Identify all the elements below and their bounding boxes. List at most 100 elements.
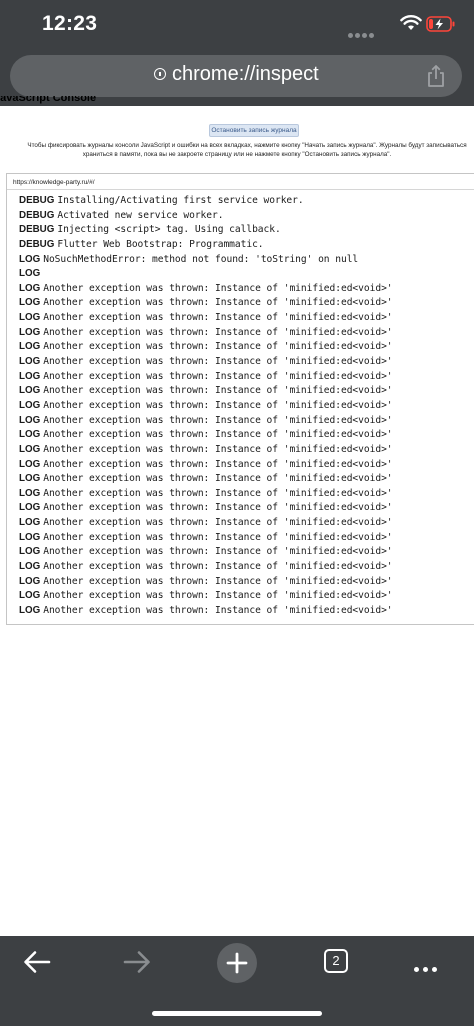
log-message: Another exception was thrown: Instance o… [43,590,393,602]
console-log-row: LOG Another exception was thrown: Instanc… [19,326,393,341]
console-log-row: LOG Another exception was thrown: Instanc… [19,384,393,399]
log-message: Injecting <script> tag. Using callback. [57,224,281,236]
address-bar-url[interactable]: chrome://inspect [172,63,319,86]
log-message: Another exception was thrown: Instance o… [43,429,393,441]
console-log-row: LOG Another exception was thrown: Instanc… [19,575,393,590]
back-arrow-icon[interactable] [22,949,52,975]
console-log-row: LOG [19,267,393,282]
battery-icon [426,16,455,32]
console-log-row: LOG Another exception was thrown: Instanc… [19,604,393,619]
description-line-1: Чтобы фиксировать журналы консоли JavaSc… [27,142,467,149]
log-message: Another exception was thrown: Instance o… [43,370,393,382]
console-log-row: LOG Another exception was thrown: Instanc… [19,282,393,297]
console-log-row: LOG Another exception was thrown: Instanc… [19,516,393,531]
console-log-row: DEBUG Flutter Web Bootstrap: Programmatic… [19,238,393,253]
log-level-label: LOG [19,458,41,470]
console-log-row: LOG Another exception was thrown: Instanc… [19,560,393,575]
console-log-row: LOG Another exception was thrown: Instanc… [19,545,393,560]
console-log-row: DEBUG Installing/Activating first service… [19,194,393,209]
log-level-label: LOG [19,590,41,602]
log-level-label: LOG [19,546,41,558]
log-message: Another exception was thrown: Instance o… [43,341,393,353]
log-message: Another exception was thrown: Instance o… [43,297,393,309]
log-level-label: LOG [19,399,41,411]
console-log-row: LOG Another exception was thrown: Instanc… [19,589,393,604]
console-log-row: LOG Another exception was thrown: Instanc… [19,531,393,546]
log-level-label: LOG [19,561,41,573]
log-message: Another exception was thrown: Instance o… [43,502,393,514]
browser-top-bar: 12:23 chrome://inspect [0,0,474,106]
log-level-label: LOG [19,429,41,441]
share-icon[interactable] [426,64,446,88]
console-log-list: DEBUG Installing/Activating first service… [19,194,393,619]
wifi-icon [400,15,422,30]
log-message: Another exception was thrown: Instance o… [43,414,393,426]
log-message: Another exception was thrown: Instance o… [43,561,393,573]
plus-icon [226,952,248,974]
console-log-row: LOG Another exception was thrown: Instanc… [19,399,393,414]
console-log-row: LOG Another exception was thrown: Instanc… [19,472,393,487]
log-message: Flutter Web Bootstrap: Programmatic. [57,238,264,250]
console-log-row: LOG Another exception was thrown: Instanc… [19,458,393,473]
console-log-panel[interactable]: https://knowledge-party.ru/#/ DEBUG Insta… [6,173,474,625]
console-log-row: LOG Another exception was thrown: Instanc… [19,443,393,458]
home-indicator [152,1011,322,1016]
more-icon[interactable] [414,959,441,977]
log-message: Another exception was thrown: Instance o… [43,546,393,558]
log-message: Another exception was thrown: Instance o… [43,458,393,470]
log-level-label: LOG [19,385,41,397]
log-message: Installing/Activating first service work… [57,195,304,206]
log-message: Another exception was thrown: Instance o… [43,356,393,368]
console-log-row: LOG NoSuchMethodError: method not found: … [19,253,393,268]
page-title: JavaScript Console [0,96,97,104]
log-level-label: LOG [19,268,41,280]
divider [7,189,474,190]
log-message: Another exception was thrown: Instance o… [43,326,393,338]
log-message: Another exception was thrown: Instance o… [43,312,393,324]
page-description: Чтобы фиксировать журналы консоли JavaSc… [0,142,474,160]
log-level-label: LOG [19,253,41,265]
stop-logging-button[interactable]: Остановить запись журнала [209,124,299,137]
log-message: Another exception was thrown: Instance o… [43,473,393,485]
log-level-label: LOG [19,443,41,455]
console-log-row: LOG Another exception was thrown: Instanc… [19,296,393,311]
tab-switcher-button[interactable]: 2 [324,949,348,973]
log-level-label: LOG [19,502,41,514]
log-message: Another exception was thrown: Instance o… [43,443,393,455]
status-time: 12:23 [42,12,98,35]
log-message: Another exception was thrown: Instance o… [43,517,393,529]
console-source-url: https://knowledge-party.ru/#/ [13,179,95,186]
forward-arrow-icon[interactable] [122,949,152,975]
log-level-label: LOG [19,370,41,382]
log-level-label: LOG [19,604,41,616]
cellular-signal-icon [348,25,376,43]
console-log-row: DEBUG Activated new service worker. [19,209,393,224]
description-line-2: храниться в памяти, пока вы не закроете … [82,150,392,158]
log-level-label: LOG [19,341,41,353]
console-log-row: LOG Another exception was thrown: Instanc… [19,311,393,326]
log-level-label: LOG [19,473,41,485]
log-message: NoSuchMethodError: method not found: 'to… [43,253,359,265]
log-message: Another exception was thrown: Instance o… [43,487,393,499]
log-message: Another exception was thrown: Instance o… [43,399,393,411]
console-log-row: DEBUG Injecting <script> tag. Using callb… [19,223,393,238]
log-level-label: LOG [19,326,41,338]
address-bar[interactable]: chrome://inspect [10,55,462,97]
log-level-label: DEBUG [19,238,55,250]
log-level-label: LOG [19,487,41,499]
log-level-label: LOG [19,531,41,543]
console-log-row: LOG Another exception was thrown: Instanc… [19,340,393,355]
info-icon[interactable] [154,68,166,80]
console-log-row: LOG Another exception was thrown: Instanc… [19,355,393,370]
console-log-row: LOG Another exception was thrown: Instanc… [19,370,393,385]
log-level-label: LOG [19,297,41,309]
console-log-row: LOG Another exception was thrown: Instanc… [19,487,393,502]
new-tab-button[interactable] [217,943,257,983]
log-level-label: DEBUG [19,209,55,221]
log-message: Another exception was thrown: Instance o… [43,282,393,294]
console-log-row: LOG Another exception was thrown: Instanc… [19,428,393,443]
console-log-row: LOG Another exception was thrown: Instanc… [19,501,393,516]
log-message: Another exception was thrown: Instance o… [43,385,393,397]
log-message: Another exception was thrown: Instance o… [43,575,393,587]
console-log-row: LOG Another exception was thrown: Instanc… [19,414,393,429]
